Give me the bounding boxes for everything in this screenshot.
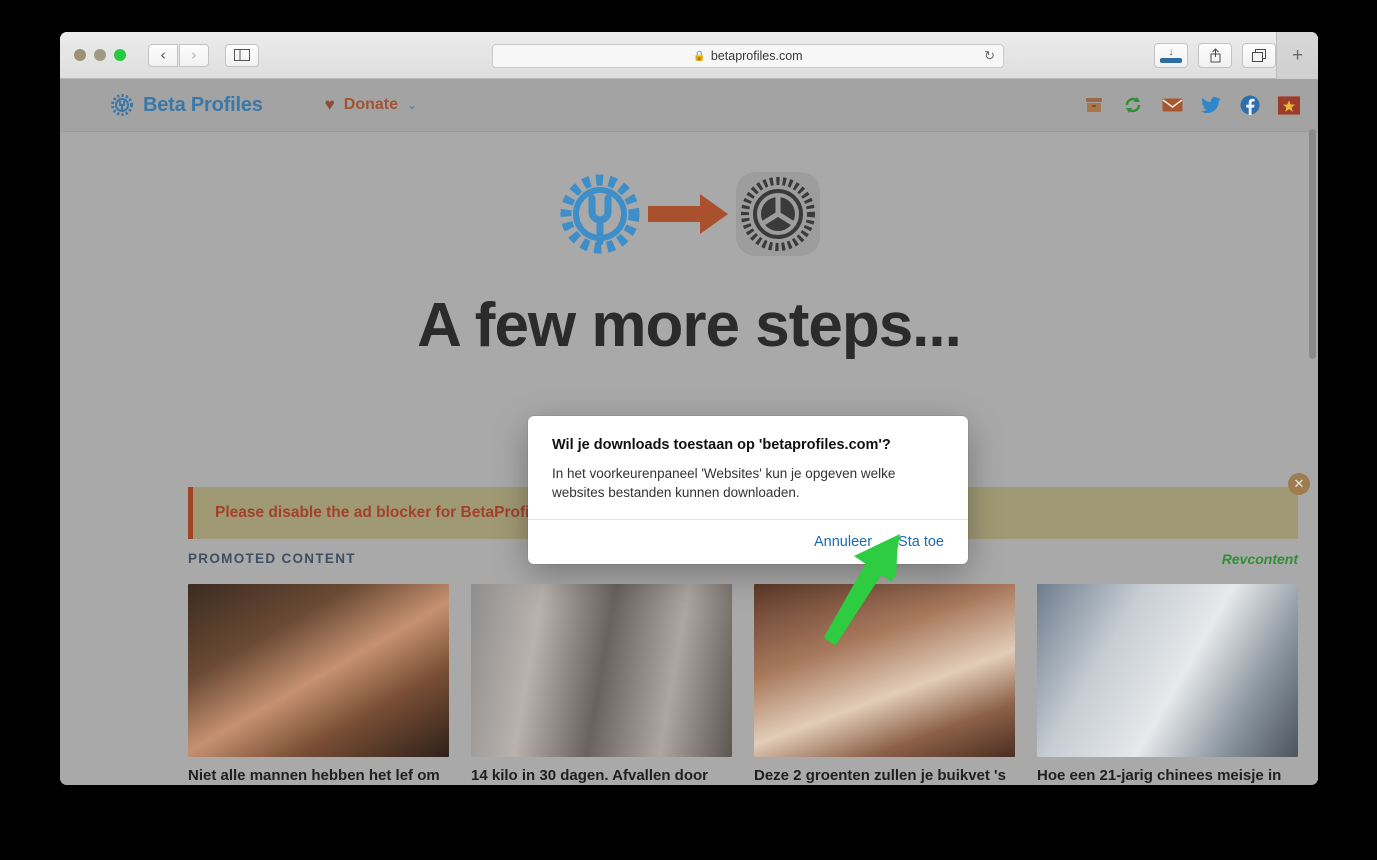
- chevron-left-icon: ‹: [160, 45, 166, 64]
- address-bar[interactable]: 🔒 betaprofiles.com ↻: [492, 44, 1004, 68]
- downloads-button[interactable]: ↓: [1154, 43, 1188, 68]
- download-arrow-icon: ↓: [1168, 46, 1174, 58]
- list-item[interactable]: Niet alle mannen hebben het lef om dit s…: [188, 584, 449, 785]
- cancel-button[interactable]: Annuleer: [814, 534, 872, 550]
- blue-gear-wrench-icon: [560, 174, 640, 254]
- chevron-right-icon: ›: [191, 45, 197, 64]
- show-tabs-button[interactable]: [1242, 43, 1276, 68]
- hero-artwork: [60, 166, 1318, 262]
- card-headline: 14 kilo in 30 dagen. Afvallen door deze …: [471, 767, 709, 784]
- maximize-window-button[interactable]: [114, 49, 126, 61]
- reload-icon[interactable]: ↻: [984, 48, 995, 64]
- revcontent-logo: Revcontent: [1221, 551, 1298, 567]
- social-links: [1083, 94, 1300, 116]
- sync-icon[interactable]: [1122, 94, 1144, 116]
- hero-section: A few more steps...: [60, 132, 1318, 361]
- page-heading: A few more steps...: [417, 291, 962, 360]
- mail-icon[interactable]: [1161, 94, 1183, 116]
- card-thumbnail: [754, 584, 1015, 757]
- scrollbar-thumb[interactable]: [1309, 129, 1316, 359]
- dialog-message: In het voorkeurenpaneel 'Websites' kun j…: [552, 466, 896, 501]
- close-window-button[interactable]: [74, 49, 86, 61]
- badge-star-icon[interactable]: [1278, 94, 1300, 116]
- tabs-icon: [1252, 49, 1266, 62]
- close-icon[interactable]: ✕: [1288, 473, 1310, 495]
- page-scrollbar[interactable]: [1309, 129, 1316, 779]
- browser-window: ‹ › 🔒 betaprofiles.com ↻ ↓ + Beta Profil…: [60, 32, 1318, 785]
- forward-button[interactable]: ›: [179, 43, 209, 67]
- toolbar-actions: ↓: [1154, 43, 1276, 68]
- window-controls: [74, 49, 126, 61]
- allow-button[interactable]: Sta toe: [898, 534, 944, 550]
- sidebar-toggle-button[interactable]: [225, 43, 259, 67]
- ios-settings-gear-icon: [736, 172, 820, 256]
- archive-icon[interactable]: [1083, 94, 1105, 116]
- dialog-body: Wil je downloads toestaan op 'betaprofil…: [528, 416, 968, 503]
- card-thumbnail: [471, 584, 732, 757]
- new-tab-button[interactable]: +: [1276, 32, 1318, 79]
- card-headline: Niet alle mannen hebben het lef om dit s…: [188, 767, 440, 784]
- download-progress-bar: [1160, 57, 1182, 63]
- back-button[interactable]: ‹: [148, 43, 178, 67]
- promoted-title: PROMOTED CONTENT: [188, 551, 356, 566]
- promoted-cards: Niet alle mannen hebben het lef om dit s…: [188, 584, 1298, 785]
- twitter-icon[interactable]: [1200, 94, 1222, 116]
- adblock-banner-text: Please disable the ad blocker for BetaPr…: [215, 504, 551, 521]
- minimize-window-button[interactable]: [94, 49, 106, 61]
- card-thumbnail: [188, 584, 449, 757]
- lock-icon: 🔒: [693, 50, 706, 62]
- site-header: Beta Profiles ♥ Donate ⌄: [60, 79, 1318, 132]
- donate-menu[interactable]: ♥ Donate ⌄: [325, 95, 417, 115]
- gear-wrench-logo-icon: [111, 94, 133, 116]
- card-headline: Deze 2 groenten zullen je buikvet 's nac…: [754, 767, 1006, 784]
- donate-label: Donate: [343, 96, 398, 113]
- promoted-content-section: PROMOTED CONTENT Revcontent Niet alle ma…: [188, 551, 1298, 785]
- chevron-down-icon: ⌄: [407, 98, 418, 112]
- page-content: Beta Profiles ♥ Donate ⌄ A few more step…: [60, 79, 1318, 785]
- share-icon: [1210, 48, 1220, 63]
- site-logo[interactable]: Beta Profiles: [110, 93, 263, 117]
- dialog-title: Wil je downloads toestaan op 'betaprofil…: [552, 437, 891, 453]
- list-item[interactable]: Hoe een 21-jarig chinees meisje in 30 da…: [1037, 584, 1298, 785]
- navigation-buttons: ‹ ›: [148, 43, 209, 67]
- card-headline: Hoe een 21-jarig chinees meisje in 30 da…: [1037, 767, 1282, 784]
- arrow-right-icon: [648, 194, 728, 234]
- heart-icon: ♥: [324, 95, 335, 114]
- sidebar-icon: [234, 49, 250, 61]
- facebook-icon[interactable]: [1239, 94, 1261, 116]
- list-item[interactable]: Deze 2 groenten zullen je buikvet 's nac…: [754, 584, 1015, 785]
- dialog-actions: Annuleer Sta toe: [528, 519, 968, 564]
- download-permission-dialog: Wil je downloads toestaan op 'betaprofil…: [528, 416, 968, 564]
- browser-toolbar: ‹ › 🔒 betaprofiles.com ↻ ↓ +: [60, 32, 1318, 79]
- url-text: betaprofiles.com: [710, 49, 803, 63]
- plus-icon: +: [1291, 44, 1304, 66]
- site-title: Beta Profiles: [143, 93, 263, 116]
- list-item[interactable]: 14 kilo in 30 dagen. Afvallen door deze …: [471, 584, 732, 785]
- share-button[interactable]: [1198, 43, 1232, 68]
- card-thumbnail: [1037, 584, 1298, 757]
